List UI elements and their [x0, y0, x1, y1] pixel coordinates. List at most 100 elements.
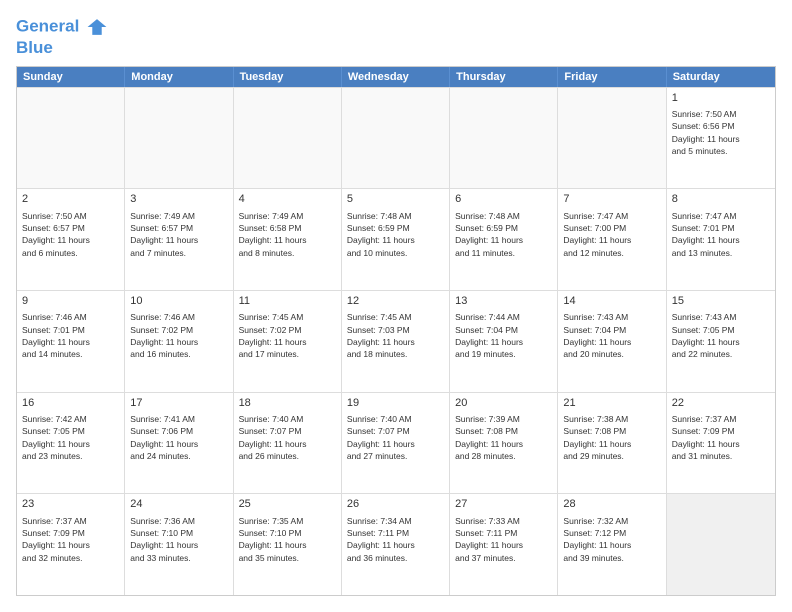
cal-row-2: 9 Sunrise: 7:46 AM Sunset: 7:01 PM Daylig…: [17, 290, 775, 392]
cell-content: Sunrise: 7:33 AM Sunset: 7:11 PM Dayligh…: [455, 515, 552, 564]
cell-content: Sunrise: 7:43 AM Sunset: 7:04 PM Dayligh…: [563, 311, 660, 360]
cell-content: Sunrise: 7:45 AM Sunset: 7:02 PM Dayligh…: [239, 311, 336, 360]
cell-content: Sunrise: 7:44 AM Sunset: 7:04 PM Dayligh…: [455, 311, 552, 360]
day-number: 6: [455, 192, 552, 207]
header-day-tuesday: Tuesday: [234, 67, 342, 87]
cell-content: Sunrise: 7:46 AM Sunset: 7:01 PM Dayligh…: [22, 311, 119, 360]
logo-general: General: [16, 16, 79, 35]
day-number: 18: [239, 396, 336, 411]
day-number: 28: [563, 497, 660, 512]
cal-cell-r1-c2: 4Sunrise: 7:49 AM Sunset: 6:58 PM Daylig…: [234, 189, 342, 290]
logo: General Blue: [16, 16, 108, 58]
cell-content: Sunrise: 7:40 AM Sunset: 7:07 PM Dayligh…: [239, 413, 336, 462]
cell-content: Sunrise: 7:42 AM Sunset: 7:05 PM Dayligh…: [22, 413, 119, 462]
day-number: 22: [672, 396, 770, 411]
header-day-monday: Monday: [125, 67, 233, 87]
day-number: 13: [455, 294, 552, 309]
cal-cell-r1-c6: 8 Sunrise: 7:47 AM Sunset: 7:01 PM Daylig…: [667, 189, 775, 290]
header-day-thursday: Thursday: [450, 67, 558, 87]
cell-content: Sunrise: 7:48 AM Sunset: 6:59 PM Dayligh…: [455, 210, 552, 259]
cell-content: Sunrise: 7:46 AM Sunset: 7:02 PM Dayligh…: [130, 311, 227, 360]
cal-cell-r0-c6: 1 Sunrise: 7:50 AM Sunset: 6:56 PM Daylig…: [667, 88, 775, 189]
cal-cell-r2-c1: 10 Sunrise: 7:46 AM Sunset: 7:02 PM Dayli…: [125, 291, 233, 392]
day-number: 7: [563, 192, 660, 207]
cell-content: Sunrise: 7:50 AM Sunset: 6:56 PM Dayligh…: [672, 108, 770, 157]
cal-cell-r2-c6: 15 Sunrise: 7:43 AM Sunset: 7:05 PM Dayli…: [667, 291, 775, 392]
cal-cell-r0-c4: [450, 88, 558, 189]
cal-cell-r4-c1: 24 Sunrise: 7:36 AM Sunset: 7:10 PM Dayli…: [125, 494, 233, 595]
day-number: 20: [455, 396, 552, 411]
day-number: 24: [130, 497, 227, 512]
cal-row-4: 23 Sunrise: 7:37 AM Sunset: 7:09 PM Dayli…: [17, 493, 775, 595]
calendar-body: 1 Sunrise: 7:50 AM Sunset: 6:56 PM Daylig…: [17, 87, 775, 595]
cell-content: Sunrise: 7:32 AM Sunset: 7:12 PM Dayligh…: [563, 515, 660, 564]
day-number: 10: [130, 294, 227, 309]
cal-cell-r3-c2: 18 Sunrise: 7:40 AM Sunset: 7:07 PM Dayli…: [234, 393, 342, 494]
cal-cell-r3-c0: 16 Sunrise: 7:42 AM Sunset: 7:05 PM Dayli…: [17, 393, 125, 494]
cal-cell-r2-c0: 9 Sunrise: 7:46 AM Sunset: 7:01 PM Daylig…: [17, 291, 125, 392]
cell-content: Sunrise: 7:37 AM Sunset: 7:09 PM Dayligh…: [22, 515, 119, 564]
day-number: 14: [563, 294, 660, 309]
cal-cell-r3-c5: 21 Sunrise: 7:38 AM Sunset: 7:08 PM Dayli…: [558, 393, 666, 494]
cal-cell-r2-c2: 11 Sunrise: 7:45 AM Sunset: 7:02 PM Dayli…: [234, 291, 342, 392]
day-number: 3: [130, 192, 227, 207]
cell-content: Sunrise: 7:37 AM Sunset: 7:09 PM Dayligh…: [672, 413, 770, 462]
cal-cell-r2-c5: 14 Sunrise: 7:43 AM Sunset: 7:04 PM Dayli…: [558, 291, 666, 392]
cell-content: Sunrise: 7:49 AM Sunset: 6:58 PM Dayligh…: [239, 210, 336, 259]
logo-blue: Blue: [16, 38, 108, 58]
day-number: 19: [347, 396, 444, 411]
cell-content: Sunrise: 7:47 AM Sunset: 7:00 PM Dayligh…: [563, 210, 660, 259]
cal-cell-r1-c4: 6 Sunrise: 7:48 AM Sunset: 6:59 PM Daylig…: [450, 189, 558, 290]
cal-row-1: 2 Sunrise: 7:50 AM Sunset: 6:57 PM Daylig…: [17, 188, 775, 290]
day-number: 11: [239, 294, 336, 309]
day-number: 23: [22, 497, 119, 512]
day-number: 8: [672, 192, 770, 207]
cal-cell-r1-c5: 7 Sunrise: 7:47 AM Sunset: 7:00 PM Daylig…: [558, 189, 666, 290]
header-day-sunday: Sunday: [17, 67, 125, 87]
cal-cell-r4-c0: 23 Sunrise: 7:37 AM Sunset: 7:09 PM Dayli…: [17, 494, 125, 595]
cal-cell-r3-c1: 17 Sunrise: 7:41 AM Sunset: 7:06 PM Dayli…: [125, 393, 233, 494]
calendar-header: SundayMondayTuesdayWednesdayThursdayFrid…: [17, 67, 775, 87]
day-number: 1: [672, 91, 770, 106]
cell-content: Sunrise: 7:50 AM Sunset: 6:57 PM Dayligh…: [22, 210, 119, 259]
cal-cell-r4-c3: 26Sunrise: 7:34 AM Sunset: 7:11 PM Dayli…: [342, 494, 450, 595]
cell-content: Sunrise: 7:49 AM Sunset: 6:57 PM Dayligh…: [130, 210, 227, 259]
cell-content: Sunrise: 7:36 AM Sunset: 7:10 PM Dayligh…: [130, 515, 227, 564]
day-number: 17: [130, 396, 227, 411]
day-number: 12: [347, 294, 444, 309]
day-number: 16: [22, 396, 119, 411]
cell-content: Sunrise: 7:47 AM Sunset: 7:01 PM Dayligh…: [672, 210, 770, 259]
day-number: 21: [563, 396, 660, 411]
day-number: 9: [22, 294, 119, 309]
cal-cell-r2-c3: 12Sunrise: 7:45 AM Sunset: 7:03 PM Dayli…: [342, 291, 450, 392]
cal-cell-r0-c5: [558, 88, 666, 189]
cal-cell-r4-c2: 25Sunrise: 7:35 AM Sunset: 7:10 PM Dayli…: [234, 494, 342, 595]
header-day-saturday: Saturday: [667, 67, 775, 87]
cal-cell-r0-c3: [342, 88, 450, 189]
logo-bird-icon: [86, 16, 108, 38]
day-number: 25: [239, 497, 336, 512]
cal-cell-r0-c1: [125, 88, 233, 189]
cell-content: Sunrise: 7:34 AM Sunset: 7:11 PM Dayligh…: [347, 515, 444, 564]
cal-cell-r3-c3: 19 Sunrise: 7:40 AM Sunset: 7:07 PM Dayli…: [342, 393, 450, 494]
cal-cell-r1-c3: 5 Sunrise: 7:48 AM Sunset: 6:59 PM Daylig…: [342, 189, 450, 290]
page: General Blue SundayMondayTuesdayWednesda…: [0, 0, 792, 612]
cell-content: Sunrise: 7:48 AM Sunset: 6:59 PM Dayligh…: [347, 210, 444, 259]
cell-content: Sunrise: 7:41 AM Sunset: 7:06 PM Dayligh…: [130, 413, 227, 462]
cal-cell-r0-c2: [234, 88, 342, 189]
cell-content: Sunrise: 7:43 AM Sunset: 7:05 PM Dayligh…: [672, 311, 770, 360]
calendar: SundayMondayTuesdayWednesdayThursdayFrid…: [16, 66, 776, 596]
day-number: 5: [347, 192, 444, 207]
header-day-wednesday: Wednesday: [342, 67, 450, 87]
cell-content: Sunrise: 7:40 AM Sunset: 7:07 PM Dayligh…: [347, 413, 444, 462]
cal-cell-r3-c6: 22 Sunrise: 7:37 AM Sunset: 7:09 PM Dayli…: [667, 393, 775, 494]
header-day-friday: Friday: [558, 67, 666, 87]
cal-cell-r1-c1: 3 Sunrise: 7:49 AM Sunset: 6:57 PM Daylig…: [125, 189, 233, 290]
day-number: 15: [672, 294, 770, 309]
day-number: 2: [22, 192, 119, 207]
cal-row-3: 16 Sunrise: 7:42 AM Sunset: 7:05 PM Dayli…: [17, 392, 775, 494]
cal-cell-r4-c5: 28 Sunrise: 7:32 AM Sunset: 7:12 PM Dayli…: [558, 494, 666, 595]
cal-cell-r4-c4: 27 Sunrise: 7:33 AM Sunset: 7:11 PM Dayli…: [450, 494, 558, 595]
day-number: 27: [455, 497, 552, 512]
cell-content: Sunrise: 7:38 AM Sunset: 7:08 PM Dayligh…: [563, 413, 660, 462]
